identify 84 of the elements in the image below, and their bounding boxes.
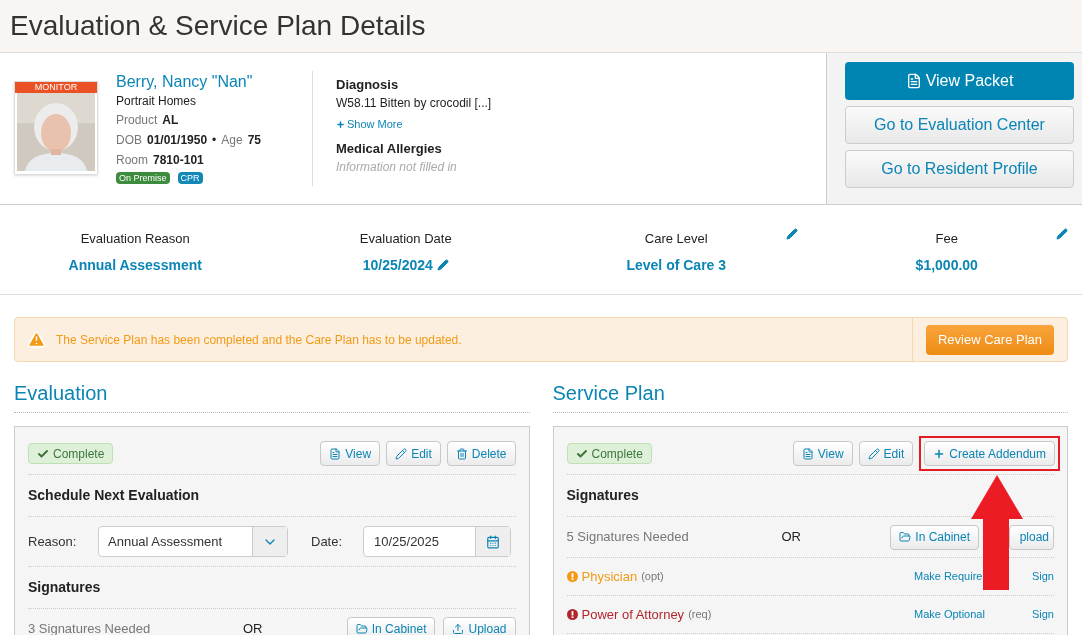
review-care-plan-button[interactable]: Review Care Plan	[925, 324, 1054, 355]
summary-label: Evaluation Date	[359, 230, 452, 248]
pencil-icon	[395, 447, 408, 460]
summary-label: Evaluation Reason	[80, 230, 190, 248]
summary-value: 10/25/2024	[362, 255, 433, 275]
navigation-button[interactable]: Go to Resident Profile	[845, 150, 1074, 188]
document-icon	[329, 447, 342, 460]
date-label: Date:	[311, 532, 344, 551]
action-button[interactable]: pload	[1009, 524, 1054, 550]
action-button[interactable]: View	[320, 441, 381, 466]
summary-label: Fee	[935, 230, 958, 248]
info-label: Product	[116, 112, 158, 129]
monitor-flag: MONITOR	[15, 82, 97, 93]
facility-name: Portrait Homes	[116, 93, 198, 110]
show-more-link[interactable]: Show More	[336, 117, 492, 131]
diagnosis-value: W58.11 Bitten by crocodil [...]	[336, 95, 492, 112]
exclamation-icon	[566, 571, 578, 582]
info-value: 75	[247, 132, 261, 149]
warning-icon	[27, 330, 46, 349]
plus-icon	[933, 447, 946, 460]
info-label: Age	[221, 132, 243, 149]
complete-badge: Complete	[566, 443, 652, 464]
plus-icon	[336, 119, 345, 129]
status-tag: CPR	[177, 172, 203, 184]
requirement-label: (req)	[688, 607, 712, 623]
page-title: Evaluation & Service Plan Details	[10, 9, 426, 43]
section-heading: Service Plan	[552, 378, 1068, 413]
create-addendum-button[interactable]: Create Addendum	[924, 441, 1055, 466]
info-value: 7810-101	[153, 152, 204, 169]
upload-icon	[452, 623, 465, 635]
resident-name[interactable]: Berry, Nancy "Nan"	[116, 72, 312, 92]
trash-icon	[455, 447, 468, 460]
signatures-needed: 5 Signatures Needed	[566, 528, 690, 547]
separator: •	[212, 132, 217, 149]
info-label: Room	[116, 152, 148, 169]
summary-label: Care Level	[644, 230, 708, 248]
edit-icon[interactable]	[436, 259, 449, 271]
folder-icon	[355, 623, 368, 635]
signer-name: Power of Attorney	[581, 605, 685, 624]
sign-link[interactable]: Sign	[1031, 606, 1054, 623]
date-field[interactable]: 10/25/2025	[363, 526, 511, 557]
summary-value: Level of Care 3	[626, 255, 727, 275]
status-tag: On Premise	[116, 172, 170, 184]
edit-icon[interactable]	[785, 228, 798, 240]
reason-label: Reason:	[28, 532, 78, 551]
check-icon	[575, 447, 588, 460]
summary-value: $1,000.00	[915, 255, 978, 275]
or-label: OR	[781, 528, 801, 547]
folder-icon	[899, 531, 912, 543]
summary-value: Annual Assessment	[68, 255, 202, 275]
schedule-heading: Schedule Next Evaluation	[28, 475, 516, 517]
document-icon	[801, 447, 814, 460]
info-value: AL	[162, 112, 179, 129]
diagnosis-label: Diagnosis	[336, 76, 400, 94]
signatures-heading: Signatures	[28, 567, 516, 609]
action-button[interactable]: Upload	[443, 616, 516, 635]
or-label: OR	[243, 620, 263, 635]
edit-icon[interactable]	[1056, 228, 1068, 240]
toggle-link[interactable]: Make Require	[913, 568, 983, 585]
action-button[interactable]: View	[792, 441, 853, 466]
pencil-icon	[867, 447, 880, 460]
action-button[interactable]: Delete	[446, 441, 516, 466]
sign-link[interactable]: Sign	[1031, 568, 1054, 585]
requirement-label: (opt)	[641, 569, 664, 585]
exclamation-icon	[566, 609, 578, 620]
section-heading: Evaluation	[14, 378, 530, 413]
calendar-icon	[486, 534, 500, 549]
action-button[interactable]: In Cabinet	[890, 524, 979, 550]
document-icon	[905, 73, 922, 89]
info-value: 01/01/1950	[147, 132, 208, 149]
complete-badge: Complete	[28, 443, 114, 464]
check-icon	[37, 447, 49, 460]
allergies-label: Medical Allergies	[336, 140, 443, 158]
view-packet-button[interactable]: View Packet	[845, 62, 1074, 100]
info-label: DOB	[116, 132, 142, 149]
action-button[interactable]: Edit	[386, 441, 441, 466]
action-button[interactable]: Edit	[858, 441, 914, 466]
allergies-empty: Information not filled in	[336, 159, 458, 176]
action-button[interactable]: In Cabinet	[346, 616, 436, 635]
reason-select[interactable]: Annual Assessment	[98, 526, 288, 557]
toggle-link[interactable]: Make Optional	[913, 606, 985, 623]
navigation-button[interactable]: Go to Evaluation Center	[845, 106, 1074, 144]
signer-name: Physician	[581, 567, 638, 586]
alert-message: The Service Plan has been completed and the Care Plan has to be updated.	[56, 331, 462, 349]
